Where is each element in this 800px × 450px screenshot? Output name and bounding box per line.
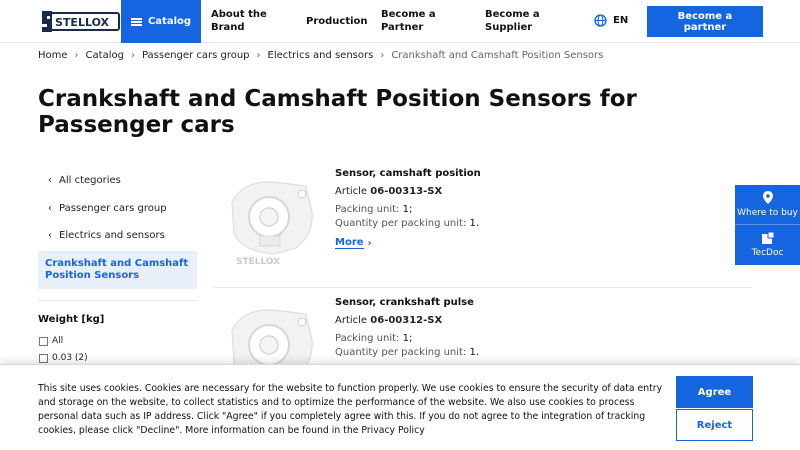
breadcrumb-catalog[interactable]: Catalog bbox=[86, 50, 124, 61]
qty-label: Quantity per packing unit: bbox=[335, 347, 467, 358]
sidebar-link-label: All ctegories bbox=[59, 175, 121, 186]
qty-value: 1. bbox=[469, 347, 480, 358]
chevron-right-icon: › bbox=[256, 50, 261, 61]
product-packing: Packing unit: 1; Quantity per packing un… bbox=[335, 203, 479, 231]
filter-option-label: 0.03 (2) bbox=[52, 353, 88, 363]
nav-production[interactable]: Production bbox=[306, 15, 368, 28]
filter-option-weight[interactable]: 0.03 (2) bbox=[39, 353, 88, 363]
breadcrumb-current: Crankshaft and Camshaft Position Sensors bbox=[391, 50, 604, 61]
cookie-banner: This site uses cookies. Cookies are nece… bbox=[0, 364, 800, 450]
product-name[interactable]: Sensor, camshaft position bbox=[335, 168, 481, 179]
nav-become-partner[interactable]: Become a Partner bbox=[381, 8, 451, 34]
chevron-right-icon: › bbox=[367, 237, 372, 249]
menu-icon bbox=[130, 17, 142, 26]
product-image[interactable]: STELLOX bbox=[214, 172, 318, 270]
tecdoc-icon bbox=[761, 232, 774, 244]
cookie-text: This site uses cookies. Cookies are nece… bbox=[38, 383, 663, 436]
page-title: Crankshaft and Camshaft Position Sensors… bbox=[38, 86, 637, 138]
location-pin-icon bbox=[762, 191, 773, 204]
checkbox[interactable] bbox=[39, 353, 48, 363]
where-to-buy-button[interactable]: Where to buy bbox=[735, 185, 800, 224]
sidebar-link-label: Electrics and sensors bbox=[59, 230, 165, 241]
product-article: Article 06-00313-SX bbox=[335, 186, 442, 197]
article-number: 06-00312-SX bbox=[370, 315, 443, 326]
breadcrumb: Home › Catalog › Passenger cars group › … bbox=[38, 50, 603, 61]
breadcrumb-home[interactable]: Home bbox=[38, 50, 68, 61]
product-packing: Packing unit: 1; Quantity per packing un… bbox=[335, 332, 479, 360]
qty-value: 1. bbox=[469, 218, 480, 229]
chevron-right-icon: › bbox=[74, 50, 79, 61]
language-label: EN bbox=[613, 15, 629, 26]
where-to-buy-label: Where to buy bbox=[737, 208, 798, 218]
article-label: Article bbox=[335, 315, 368, 326]
packing-label: Packing unit: bbox=[335, 333, 400, 344]
stellox-logo[interactable]: STELLOX bbox=[39, 8, 120, 35]
product-article: Article 06-00312-SX bbox=[335, 315, 442, 326]
chevron-left-icon: ‹ bbox=[48, 175, 52, 186]
nav-about-brand[interactable]: About the Brand bbox=[211, 8, 281, 34]
site-header: STELLOX Catalog About the Brand Producti… bbox=[0, 0, 800, 43]
catalog-button[interactable]: Catalog bbox=[121, 0, 201, 43]
chevron-right-icon: › bbox=[380, 50, 385, 61]
sidebar-item-active[interactable]: Crankshaft and Camshaft Position Sensors bbox=[38, 251, 197, 289]
tecdoc-button[interactable]: TecDoc bbox=[735, 225, 800, 265]
sidebar-divider bbox=[38, 300, 197, 301]
chevron-right-icon: › bbox=[130, 50, 135, 61]
chevron-left-icon: ‹ bbox=[48, 230, 52, 241]
packing-value: 1; bbox=[402, 333, 413, 344]
agree-button[interactable]: Agree bbox=[676, 376, 753, 408]
chevron-left-icon: ‹ bbox=[48, 203, 52, 214]
checkbox[interactable] bbox=[39, 336, 48, 346]
logo-text: STELLOX bbox=[55, 16, 110, 29]
watermark-text: STELLOX bbox=[236, 257, 280, 267]
sidebar-link-label: Passenger cars group bbox=[59, 203, 167, 214]
reject-button[interactable]: Reject bbox=[676, 409, 753, 441]
nav-become-supplier[interactable]: Become a Supplier bbox=[485, 8, 555, 34]
breadcrumb-electrics[interactable]: Electrics and sensors bbox=[268, 50, 374, 61]
sidebar-link-electrics[interactable]: ‹ Electrics and sensors bbox=[48, 230, 165, 241]
packing-value: 1; bbox=[402, 204, 413, 215]
qty-label: Quantity per packing unit: bbox=[335, 218, 467, 229]
product-name[interactable]: Sensor, crankshaft pulse bbox=[335, 297, 474, 308]
article-label: Article bbox=[335, 186, 368, 197]
more-link[interactable]: More › bbox=[335, 237, 372, 249]
product-divider bbox=[214, 287, 752, 288]
filter-option-label: All bbox=[52, 336, 64, 346]
sidebar-link-all-categories[interactable]: ‹ All ctegories bbox=[48, 175, 121, 186]
sidebar-link-passenger-cars[interactable]: ‹ Passenger cars group bbox=[48, 203, 167, 214]
filter-option-all[interactable]: All bbox=[39, 336, 63, 346]
become-partner-button[interactable]: Become a partner bbox=[647, 6, 763, 37]
breadcrumb-passenger-cars[interactable]: Passenger cars group bbox=[142, 50, 250, 61]
packing-label: Packing unit: bbox=[335, 204, 400, 215]
more-label: More bbox=[335, 237, 364, 249]
tecdoc-label: TecDoc bbox=[751, 248, 784, 258]
article-number: 06-00313-SX bbox=[370, 186, 443, 197]
language-switcher[interactable]: EN bbox=[594, 14, 628, 27]
filter-title: Weight [kg] bbox=[38, 314, 105, 325]
catalog-label: Catalog bbox=[147, 16, 192, 27]
globe-icon bbox=[594, 14, 607, 27]
